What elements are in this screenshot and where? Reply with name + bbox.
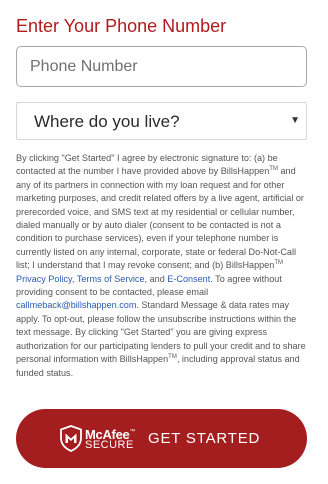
privacy-policy-link[interactable]: Privacy Policy — [16, 274, 72, 284]
email-link[interactable]: callmeback@billshappen.com — [16, 300, 136, 310]
trademark-mark: TM — [269, 166, 278, 173]
get-started-label: GET STARTED — [148, 430, 261, 447]
e-consent-link[interactable]: E-Consent — [167, 274, 210, 284]
trademark-mark: TM — [168, 354, 177, 361]
disclaimer-text: , and — [144, 273, 168, 284]
disclaimer-text: and any of its partners in connection wi… — [16, 166, 304, 271]
caret-down-icon: ▼ — [290, 115, 300, 126]
trademark-mark: TM — [274, 260, 283, 267]
disclaimer-text: By clicking "Get Started" I agree by ele… — [16, 153, 278, 177]
consent-disclaimer: By clicking "Get Started" I agree by ele… — [16, 152, 310, 380]
mcafee-secure-badge: McAfee™ SECURE — [60, 425, 135, 453]
terms-of-service-link[interactable]: Terms of Service — [77, 274, 145, 284]
mcafee-secure-text: SECURE — [85, 439, 134, 451]
form-title: Enter Your Phone Number — [16, 16, 227, 36]
phone-number-input[interactable] — [16, 46, 307, 87]
get-started-button[interactable]: McAfee™ SECURE GET STARTED — [16, 409, 307, 468]
state-select-value: Where do you live? — [34, 112, 180, 131]
mcafee-shield-icon — [60, 425, 82, 452]
state-select[interactable]: Where do you live? ▼ — [16, 102, 307, 140]
